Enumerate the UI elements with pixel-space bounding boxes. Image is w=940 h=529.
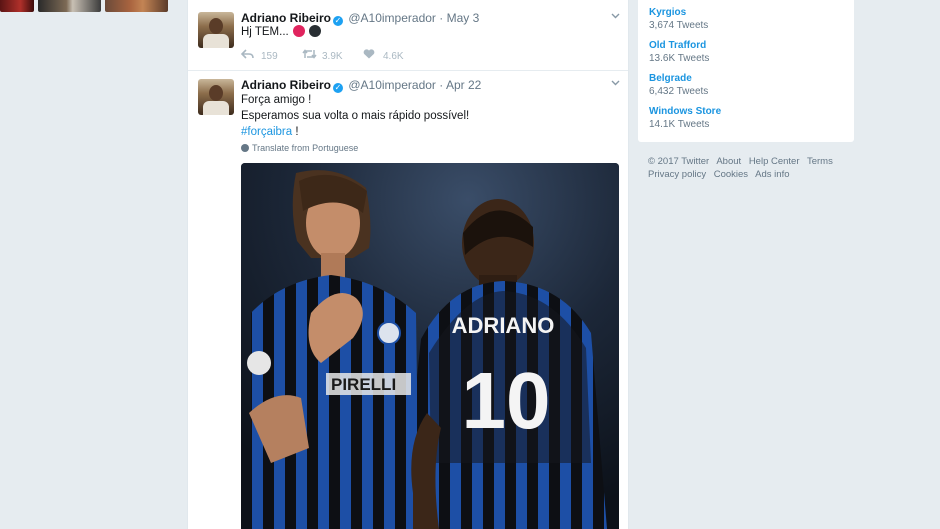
trend-name: Kyrgios xyxy=(649,7,687,18)
media-thumbnail[interactable] xyxy=(105,0,168,12)
avatar[interactable] xyxy=(198,12,234,48)
footer-link-help[interactable]: Help Center xyxy=(749,156,800,167)
reply-count: 159 xyxy=(261,51,278,62)
chevron-down-icon[interactable] xyxy=(611,11,620,20)
trend-name: Old Trafford xyxy=(649,40,707,51)
heart-icon xyxy=(363,48,377,62)
separator: · xyxy=(439,11,444,25)
jersey-name-text: ADRIANO xyxy=(452,313,555,338)
trend-item[interactable]: Windows Store 14.1K Tweets xyxy=(649,105,721,131)
hashtag-link[interactable]: #forçaibra xyxy=(241,126,292,138)
red-circle-emoji xyxy=(292,25,305,37)
tweet-date[interactable]: Apr 22 xyxy=(446,78,481,92)
media-thumbnail[interactable] xyxy=(38,0,101,12)
like-count: 4.6K xyxy=(383,51,404,62)
trend-name: Windows Store xyxy=(649,106,722,117)
copyright-text: © 2017 Twitter xyxy=(648,156,710,167)
tweet[interactable]: Adriano Ribeiro ✓ @A10imperador · Apr 22 … xyxy=(188,71,628,529)
trend-count: 6,432 Tweets xyxy=(649,86,709,97)
globe-icon xyxy=(241,144,249,152)
timeline: Adriano Ribeiro ✓ @A10imperador · May 3 H… xyxy=(187,0,629,529)
jersey-number-text: 10 xyxy=(462,356,551,445)
footer-link-about[interactable]: About xyxy=(716,156,741,167)
author-name[interactable]: Adriano Ribeiro xyxy=(241,78,331,92)
retweet-icon xyxy=(302,48,317,62)
trend-item[interactable]: Old Trafford 13.6K Tweets xyxy=(649,39,709,65)
tweet-text-line: #forçaibra ! xyxy=(241,124,469,140)
tweet-text: Hj TEM... xyxy=(241,24,321,40)
footer-link-privacy[interactable]: Privacy policy xyxy=(648,169,706,180)
chevron-down-icon[interactable] xyxy=(611,78,620,87)
footer-link-ads[interactable]: Ads info xyxy=(755,169,789,180)
translate-link[interactable]: Translate from Portuguese xyxy=(241,143,358,153)
retweet-count: 3.9K xyxy=(322,51,343,62)
photo-illustration: PIRELLI ADRIANO 10 xyxy=(241,163,619,529)
verified-badge-icon: ✓ xyxy=(333,16,344,26)
trend-count: 14.1K Tweets xyxy=(649,119,710,130)
media-thumbnail[interactable] xyxy=(0,0,34,12)
author-name[interactable]: Adriano Ribeiro xyxy=(241,11,331,25)
trend-count: 3,674 Tweets xyxy=(649,20,709,31)
tweet-text: Força amigo ! Esperamos sua volta o mais… xyxy=(241,92,469,140)
retweet-button[interactable]: 3.9K xyxy=(302,48,343,62)
tweet-header: Adriano Ribeiro ✓ @A10imperador · Apr 22 xyxy=(241,78,481,93)
avatar[interactable] xyxy=(198,79,234,115)
tweet[interactable]: Adriano Ribeiro ✓ @A10imperador · May 3 H… xyxy=(188,0,628,71)
tweet-text-suffix: ! xyxy=(292,126,299,138)
black-circle-emoji xyxy=(308,25,321,37)
trend-item[interactable]: Kyrgios 3,674 Tweets xyxy=(649,6,708,32)
like-button[interactable]: 4.6K xyxy=(363,48,404,62)
tweet-date[interactable]: May 3 xyxy=(447,11,480,25)
footer-link-terms[interactable]: Terms xyxy=(807,156,833,167)
tweet-text-line: Força amigo ! xyxy=(241,94,312,106)
jersey-sponsor-text: PIRELLI xyxy=(331,375,396,394)
reply-button[interactable]: 159 xyxy=(240,48,278,62)
author-handle[interactable]: @A10imperador xyxy=(348,11,436,25)
trend-count: 13.6K Tweets xyxy=(649,53,710,64)
translate-label: Translate from Portuguese xyxy=(252,143,359,153)
tweet-text-content: Hj TEM... xyxy=(241,26,289,38)
trend-item[interactable]: Belgrade 6,432 Tweets xyxy=(649,72,708,98)
tweet-photo[interactable]: PIRELLI ADRIANO 10 xyxy=(241,163,619,529)
author-handle[interactable]: @A10imperador xyxy=(348,78,436,92)
site-footer: © 2017 Twitter About Help Center Terms P… xyxy=(648,155,848,181)
separator: · xyxy=(439,78,444,92)
footer-link-cookies[interactable]: Cookies xyxy=(714,169,748,180)
tweet-text-line: Esperamos sua volta o mais rápido possív… xyxy=(241,110,470,122)
reply-icon xyxy=(240,48,255,62)
trend-name: Belgrade xyxy=(649,73,692,84)
trends-panel: Kyrgios 3,674 Tweets Old Trafford 13.6K … xyxy=(637,0,855,143)
